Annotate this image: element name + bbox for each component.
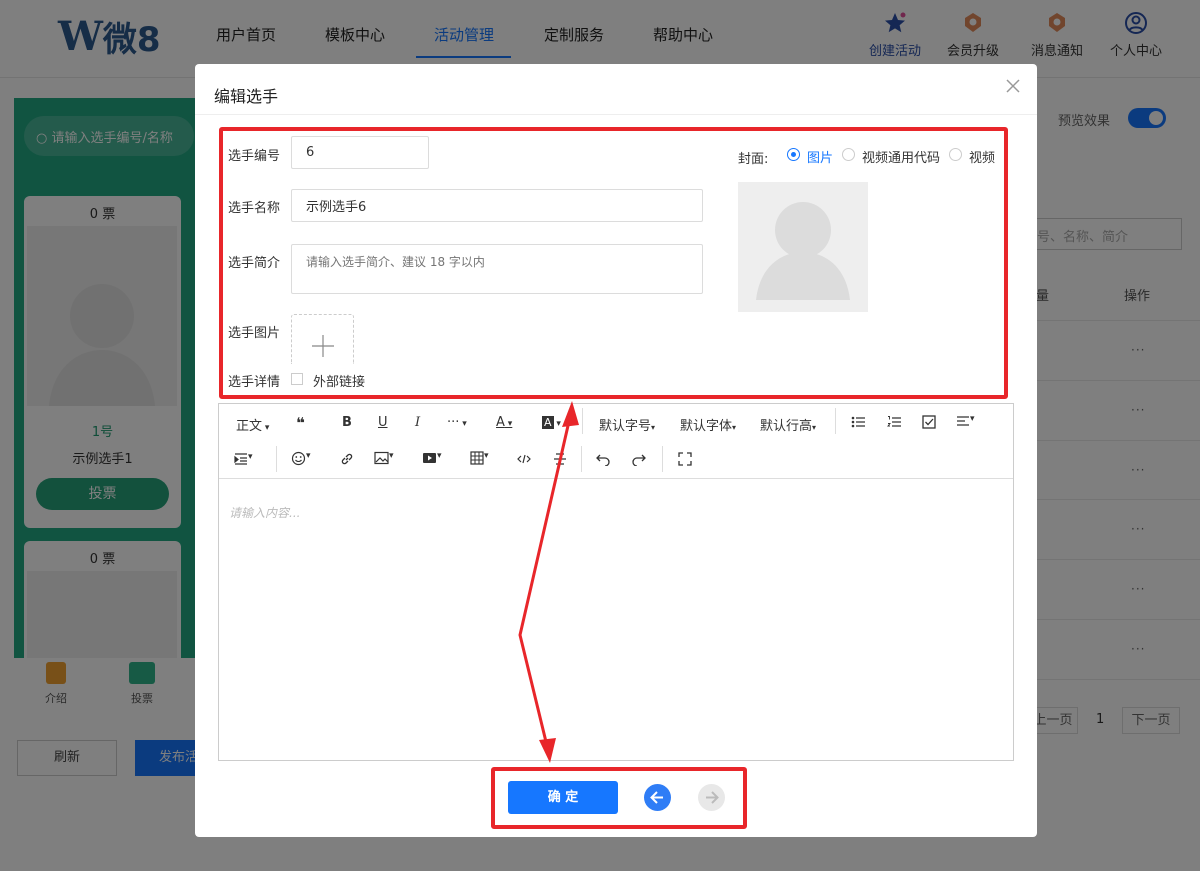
double-arrow-annotation bbox=[518, 401, 579, 763]
fullscreen-icon[interactable] bbox=[678, 452, 692, 466]
chevron-down-icon: ▾ bbox=[437, 451, 442, 461]
align-left-icon bbox=[957, 416, 969, 426]
bulleted-list-icon[interactable] bbox=[851, 415, 865, 429]
line-height-dropdown[interactable]: 默认行高▾ bbox=[760, 415, 816, 434]
more-format-dropdown[interactable]: ··· ▾ bbox=[447, 415, 467, 430]
editor-content-area[interactable]: 请输入内容... bbox=[229, 504, 300, 521]
font-family-dropdown[interactable]: 默认字体▾ bbox=[680, 415, 736, 434]
more-format-label: ··· bbox=[447, 415, 460, 430]
toolbar-bottom-border bbox=[219, 478, 1013, 479]
align-dropdown[interactable]: ▾ bbox=[956, 414, 975, 432]
table-dropdown[interactable]: ▾ bbox=[470, 451, 489, 469]
bold-icon[interactable]: B bbox=[342, 415, 352, 430]
line-height-label: 默认行高 bbox=[760, 419, 813, 434]
video-dropdown[interactable]: ▾ bbox=[422, 451, 442, 469]
toolbar-divider bbox=[835, 408, 836, 434]
quote-icon[interactable]: ❝ bbox=[296, 414, 305, 432]
font-size-label: 默认字号 bbox=[599, 419, 652, 434]
chevron-down-icon: ▾ bbox=[306, 451, 311, 461]
paragraph-style-dropdown[interactable]: 正文 ▾ bbox=[236, 415, 269, 434]
rich-text-editor: 正文 ▾ ❝ B U I ··· ▾ A ▾ A ▾ 默认字号▾ 默认字体▾ 默… bbox=[218, 403, 1014, 761]
chevron-down-icon: ▾ bbox=[970, 414, 975, 424]
dialog-title: 编辑选手 bbox=[214, 87, 279, 106]
emoji-icon bbox=[291, 451, 306, 466]
chevron-down-icon: ▾ bbox=[732, 423, 737, 432]
dialog-divider bbox=[195, 114, 1037, 115]
video-icon bbox=[423, 453, 436, 463]
chevron-down-icon: ▾ bbox=[262, 423, 270, 433]
highlight-box-footer bbox=[491, 767, 747, 829]
highlight-box-form bbox=[219, 127, 1008, 399]
image-dropdown[interactable]: ▾ bbox=[374, 451, 394, 469]
chevron-down-icon: ▾ bbox=[459, 419, 467, 429]
chevron-down-icon: ▾ bbox=[248, 452, 253, 462]
italic-icon[interactable]: I bbox=[415, 415, 420, 430]
todo-checkbox-icon[interactable] bbox=[922, 415, 936, 429]
font-family-label: 默认字体 bbox=[680, 419, 733, 434]
font-size-dropdown[interactable]: 默认字号▾ bbox=[599, 415, 655, 434]
indent-dropdown[interactable]: ▾ bbox=[234, 452, 253, 470]
toolbar-divider bbox=[662, 446, 663, 472]
chevron-down-icon: ▾ bbox=[389, 451, 394, 461]
close-icon[interactable] bbox=[1003, 76, 1023, 96]
paragraph-style-label: 正文 bbox=[236, 419, 263, 434]
redo-icon[interactable] bbox=[632, 452, 646, 466]
chevron-down-icon: ▾ bbox=[651, 423, 656, 432]
link-icon[interactable] bbox=[340, 452, 354, 466]
emoji-dropdown[interactable]: ▾ bbox=[291, 451, 311, 470]
underline-icon[interactable]: U bbox=[378, 415, 388, 430]
chevron-down-icon: ▾ bbox=[484, 451, 489, 461]
indent-icon bbox=[234, 453, 247, 465]
chevron-down-icon: ▾ bbox=[812, 423, 817, 432]
table-icon bbox=[470, 451, 484, 465]
toolbar-divider bbox=[276, 446, 277, 472]
image-icon bbox=[374, 451, 389, 465]
numbered-list-icon[interactable] bbox=[887, 415, 901, 429]
